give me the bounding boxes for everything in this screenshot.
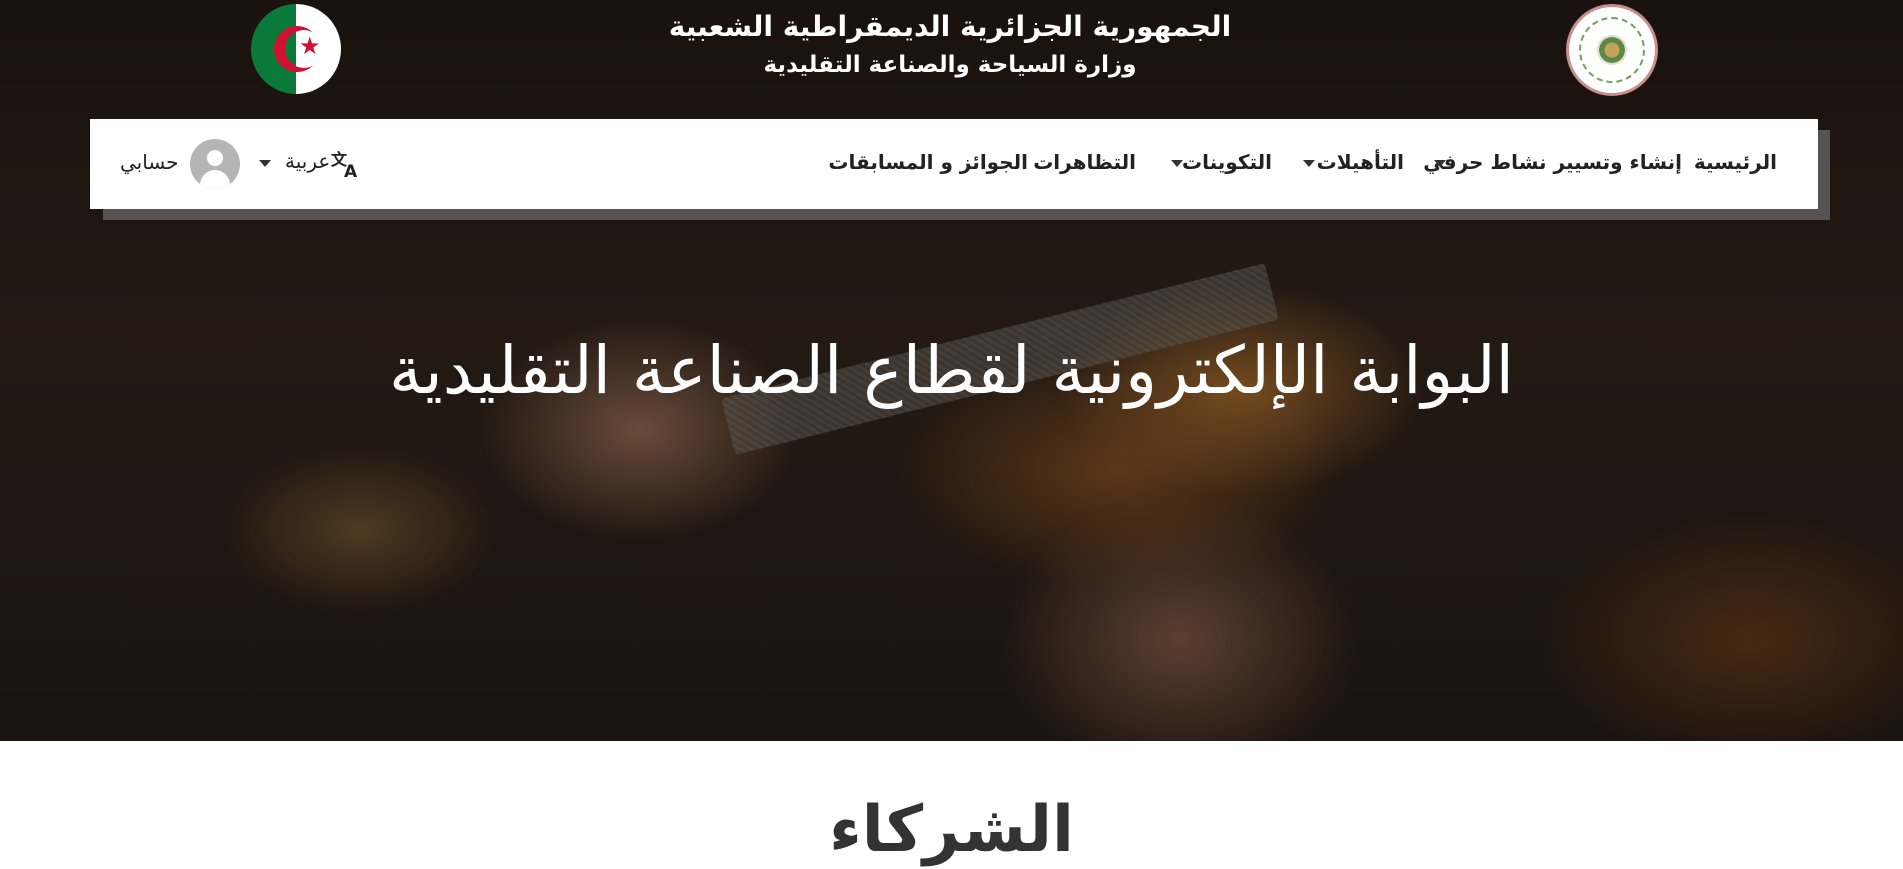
nav-item-home[interactable]: الرئيسية [1694,150,1777,174]
nav-item-create-activity[interactable]: إنشاء وتسيير نشاط حرفي [1423,150,1682,174]
main-navbar: الرئيسية إنشاء وتسيير نشاط حرفي التأهيلا… [90,119,1818,209]
nav-item-qualifications[interactable]: التأهيلات [1317,150,1404,174]
nav-item-events[interactable]: التظاهرات [1033,150,1136,174]
chevron-down-icon[interactable] [259,160,271,167]
avatar[interactable] [190,139,240,189]
chevron-down-icon[interactable] [1171,160,1183,167]
svg-text:A: A [344,162,358,179]
nav-item-trainings[interactable]: التكوينات [1182,150,1272,174]
chevron-down-icon[interactable] [1303,160,1315,167]
ministry-emblem-icon[interactable] [1566,4,1658,96]
partners-section-title: الشركاء [829,793,1074,867]
hero-title: البوابة الإلكترونية لقطاع الصناعة التقلي… [389,332,1514,409]
language-selector[interactable]: عربية [285,149,330,173]
republic-title: الجمهورية الجزائرية الديمقراطية الشعبية [668,10,1232,43]
nav-item-awards[interactable]: الجوائز و المسابقات [828,150,1028,174]
chevron-down-icon[interactable] [1434,160,1446,167]
account-link[interactable]: حسابي [120,150,179,174]
algerian-flag-icon: ★ [251,4,341,94]
top-header: ★ الجمهورية الجزائرية الديمقراطية الشعبي… [0,0,1903,118]
translate-icon[interactable]: 文 A [330,149,362,179]
ministry-title: وزارة السياحة والصناعة التقليدية [763,52,1137,78]
